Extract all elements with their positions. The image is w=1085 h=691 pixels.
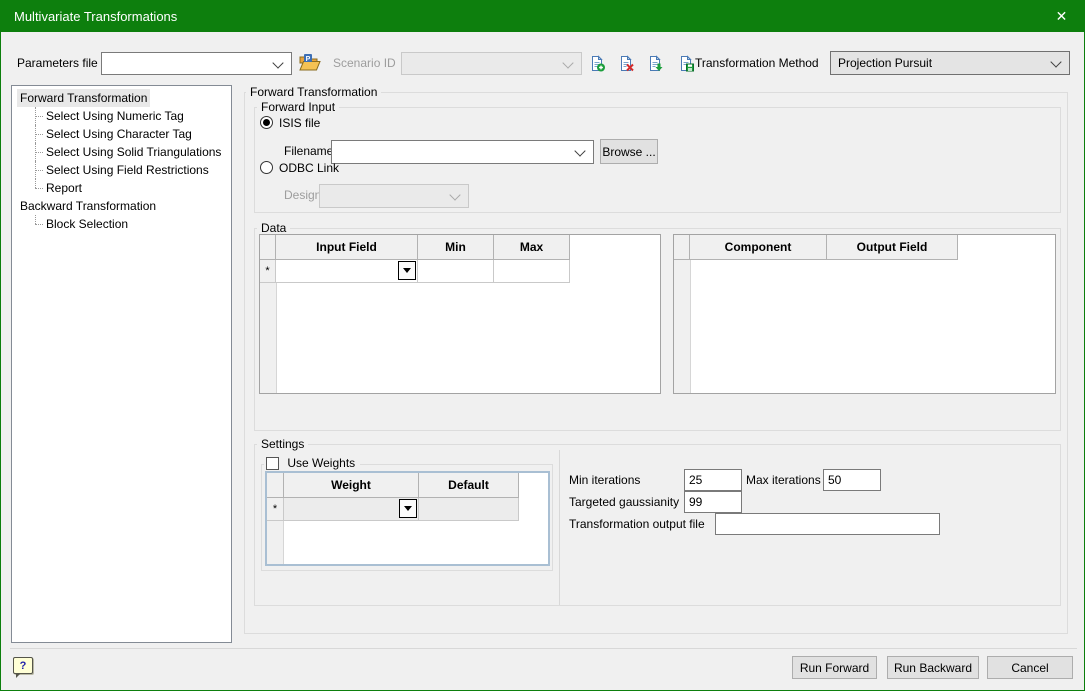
- open-folder-button[interactable]: P: [297, 51, 322, 74]
- odbc-link-radio[interactable]: [260, 161, 273, 174]
- transformation-output-file-input[interactable]: [715, 513, 940, 535]
- chevron-down-icon: [1050, 56, 1061, 67]
- import-scenario-button[interactable]: [643, 52, 668, 75]
- chevron-down-icon: [272, 57, 283, 68]
- dropdown-arrow-icon: [404, 506, 412, 511]
- window-title: Multivariate Transformations: [14, 1, 177, 32]
- forward-input-group-title: Forward Input: [257, 100, 339, 115]
- column-header-default: Default: [419, 473, 519, 498]
- filename-combo[interactable]: [331, 140, 594, 164]
- corner-header-cell: [674, 235, 690, 260]
- max-iterations-input[interactable]: [823, 469, 881, 491]
- cancel-button[interactable]: Cancel: [987, 656, 1073, 679]
- chevron-down-icon: [562, 57, 573, 68]
- use-weights-control[interactable]: Use Weights: [264, 455, 360, 471]
- column-header-input-field: Input Field: [276, 235, 418, 260]
- new-row-marker: *: [260, 260, 276, 283]
- targeted-gaussianity-label: Targeted gaussianity: [569, 495, 679, 510]
- use-weights-checkbox[interactable]: [266, 457, 279, 470]
- transformation-output-file-label: Transformation output file: [569, 517, 705, 532]
- scenario-id-combo: [401, 52, 582, 75]
- output-fields-table[interactable]: Component Output Field: [673, 234, 1056, 394]
- design-value: [327, 185, 446, 207]
- input-field-cell[interactable]: [276, 260, 418, 283]
- open-folder-icon: P: [298, 53, 321, 72]
- tree-item-report[interactable]: Report: [12, 179, 231, 197]
- use-weights-label: Use Weights: [282, 456, 355, 470]
- input-fields-table[interactable]: Input Field Min Max *: [259, 234, 661, 394]
- scenario-id-label: Scenario ID: [333, 56, 396, 71]
- parameters-file-value: [109, 53, 269, 74]
- default-cell[interactable]: [419, 498, 519, 521]
- forward-transformation-group-title: Forward Transformation: [246, 85, 381, 100]
- filename-value: [339, 141, 571, 163]
- tree-item-select-numeric-tag[interactable]: Select Using Numeric Tag: [12, 107, 231, 125]
- dropdown-arrow-icon: [403, 268, 411, 273]
- tree-item-block-selection[interactable]: Block Selection: [12, 215, 231, 233]
- titlebar[interactable]: Multivariate Transformations ✕: [1, 1, 1084, 32]
- chevron-down-icon: [449, 189, 460, 200]
- min-iterations-input[interactable]: [684, 469, 742, 491]
- column-header-min: Min: [418, 235, 494, 260]
- tree-item-forward-transformation[interactable]: Forward Transformation: [12, 89, 231, 107]
- settings-group-title: Settings: [257, 437, 308, 452]
- save-scenario-icon: [678, 55, 695, 72]
- targeted-gaussianity-input[interactable]: [684, 491, 742, 513]
- navigation-tree: Forward Transformation Select Using Nume…: [11, 85, 232, 643]
- browse-button[interactable]: Browse ...: [600, 139, 658, 164]
- tree-item-select-character-tag[interactable]: Select Using Character Tag: [12, 125, 231, 143]
- parameters-file-label: Parameters file: [17, 56, 98, 71]
- weights-table-frame: Weight Default *: [265, 471, 550, 566]
- settings-divider: [559, 450, 560, 605]
- cell-dropdown-button[interactable]: [399, 499, 417, 518]
- design-label: Design: [284, 188, 321, 203]
- close-icon: ✕: [1056, 8, 1068, 25]
- corner-header-cell: [260, 235, 276, 260]
- import-scenario-icon: [647, 55, 664, 72]
- delete-scenario-icon: [618, 55, 635, 72]
- close-button[interactable]: ✕: [1039, 1, 1084, 32]
- new-row-marker: *: [267, 498, 284, 521]
- column-header-weight: Weight: [284, 473, 419, 498]
- isis-file-radio[interactable]: [260, 116, 273, 129]
- transformation-method-label: Transformation Method: [695, 56, 819, 71]
- tree-item-select-solid-triangulations[interactable]: Select Using Solid Triangulations: [12, 143, 231, 161]
- add-scenario-button[interactable]: [585, 52, 610, 75]
- scenario-id-value: [409, 53, 559, 74]
- max-iterations-label: Max iterations: [746, 473, 821, 488]
- isis-file-label: ISIS file: [279, 116, 320, 131]
- column-header-max: Max: [494, 235, 570, 260]
- chevron-down-icon: [574, 145, 585, 156]
- tree-item-select-field-restrictions[interactable]: Select Using Field Restrictions: [12, 161, 231, 179]
- odbc-link-label: ODBC Link: [279, 161, 339, 176]
- column-header-component: Component: [690, 235, 827, 260]
- cell-dropdown-button[interactable]: [398, 261, 416, 280]
- add-scenario-icon: [589, 55, 606, 72]
- column-header-output-field: Output Field: [827, 235, 958, 260]
- weights-table[interactable]: Weight Default *: [267, 473, 548, 564]
- transformation-method-value: Projection Pursuit: [838, 52, 1047, 74]
- run-forward-button[interactable]: Run Forward: [792, 656, 877, 679]
- delete-scenario-button[interactable]: [614, 52, 639, 75]
- footer-separator: [10, 648, 1077, 649]
- dialog-window: Multivariate Transformations ✕ Parameter…: [0, 0, 1085, 691]
- tree-item-backward-transformation[interactable]: Backward Transformation: [12, 197, 231, 215]
- help-icon: ?: [20, 660, 27, 672]
- min-iterations-label: Min iterations: [569, 473, 640, 488]
- corner-header-cell: [267, 473, 284, 498]
- run-backward-button[interactable]: Run Backward: [887, 656, 979, 679]
- max-cell[interactable]: [494, 260, 570, 283]
- parameters-file-combo[interactable]: [101, 52, 292, 75]
- min-cell[interactable]: [418, 260, 494, 283]
- design-combo: [319, 184, 469, 208]
- transformation-method-combo[interactable]: Projection Pursuit: [830, 51, 1070, 75]
- help-button[interactable]: ?: [13, 657, 33, 674]
- filename-label: Filename: [284, 144, 333, 159]
- weight-cell[interactable]: [284, 498, 419, 521]
- svg-text:P: P: [306, 56, 311, 63]
